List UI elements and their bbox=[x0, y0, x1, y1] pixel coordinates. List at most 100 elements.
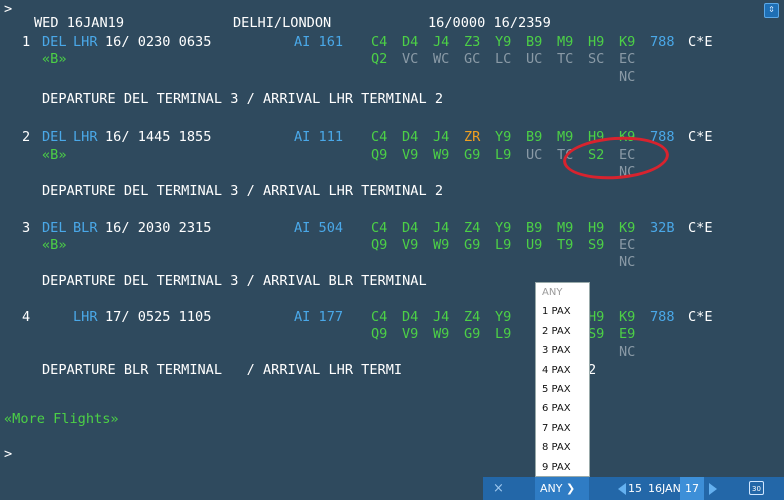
class-C[interactable]: C4 bbox=[371, 308, 387, 326]
header-range: 16/0000 16/2359 bbox=[428, 15, 551, 31]
terminal-info: DEPARTURE DEL TERMINAL 3 / ARRIVAL BLR T… bbox=[42, 273, 427, 289]
class-B[interactable]: B9 bbox=[526, 219, 542, 237]
header-route: DELHI/LONDON bbox=[233, 15, 332, 31]
class-J[interactable]: J4 bbox=[433, 219, 449, 237]
class-L[interactable]: L9 bbox=[495, 325, 511, 343]
origin[interactable]: DEL bbox=[42, 33, 67, 51]
next-date-icon[interactable] bbox=[709, 483, 717, 495]
class-Y[interactable]: Y9 bbox=[495, 33, 511, 51]
next-date[interactable]: 17 bbox=[680, 477, 704, 500]
class-H[interactable]: H9 bbox=[588, 33, 604, 51]
class-L[interactable]: L9 bbox=[495, 236, 511, 254]
flight-code[interactable]: AI 111 bbox=[294, 128, 343, 146]
class-Q[interactable]: Q9 bbox=[371, 325, 387, 343]
equipment: 788 bbox=[650, 309, 675, 325]
class-W[interactable]: W9 bbox=[433, 325, 449, 343]
close-icon[interactable]: × bbox=[493, 477, 504, 500]
class-Z[interactable]: ZR bbox=[464, 128, 480, 146]
pax-dropdown[interactable]: ANY 1 PAX 2 PAX 3 PAX 4 PAX 5 PAX 6 PAX … bbox=[535, 282, 590, 477]
class-M[interactable]: M9 bbox=[557, 219, 573, 237]
class-T[interactable]: T9 bbox=[557, 236, 573, 254]
class-G[interactable]: G9 bbox=[464, 325, 480, 343]
class-M[interactable]: M9 bbox=[557, 128, 573, 146]
class-Z[interactable]: Z4 bbox=[464, 308, 480, 326]
class-M[interactable]: M9 bbox=[557, 33, 573, 51]
class-Y[interactable]: Y9 bbox=[495, 219, 511, 237]
class-Q[interactable]: Q2 bbox=[371, 50, 387, 68]
pax-option[interactable]: 6 PAX bbox=[536, 399, 589, 418]
flight-number: 4 bbox=[22, 309, 31, 325]
date-time: 16/ 0230 0635 bbox=[105, 34, 212, 50]
class-D[interactable]: D4 bbox=[402, 219, 418, 237]
class-N: NC bbox=[619, 69, 636, 85]
class-H[interactable]: H9 bbox=[588, 219, 604, 237]
class-Q[interactable]: Q9 bbox=[371, 236, 387, 254]
class-Z[interactable]: Z4 bbox=[464, 219, 480, 237]
pax-option[interactable]: ANY bbox=[536, 283, 589, 302]
class-C[interactable]: C4 bbox=[371, 219, 387, 237]
flight-code[interactable]: AI 161 bbox=[294, 33, 343, 51]
pax-option[interactable]: 5 PAX bbox=[536, 380, 589, 399]
origin[interactable]: DEL bbox=[42, 128, 67, 146]
class-V[interactable]: V9 bbox=[402, 325, 418, 343]
class-S[interactable]: S9 bbox=[588, 236, 604, 254]
class-J[interactable]: J4 bbox=[433, 33, 449, 51]
destination[interactable]: LHR bbox=[73, 33, 98, 51]
class-K[interactable]: K9 bbox=[619, 308, 635, 326]
date-time: 16/ 2030 2315 bbox=[105, 220, 212, 236]
more-flights-link[interactable]: «More Flights» bbox=[4, 410, 119, 428]
prev-date-icon[interactable] bbox=[618, 483, 626, 495]
date-time: 17/ 0525 1105 bbox=[105, 309, 212, 325]
destination[interactable]: BLR bbox=[73, 219, 98, 237]
class-Z[interactable]: Z3 bbox=[464, 33, 480, 51]
pax-option[interactable]: 8 PAX bbox=[536, 438, 589, 457]
destination[interactable]: LHR bbox=[73, 308, 98, 326]
class-S[interactable]: S9 bbox=[588, 325, 604, 343]
class-E[interactable]: E9 bbox=[619, 325, 635, 343]
class-D[interactable]: D4 bbox=[402, 128, 418, 146]
flight-code[interactable]: AI 177 bbox=[294, 308, 343, 326]
flight-code[interactable]: AI 504 bbox=[294, 219, 343, 237]
class-V[interactable]: V9 bbox=[402, 236, 418, 254]
toggle-panel-icon[interactable]: ⇕ bbox=[764, 3, 779, 18]
class-L[interactable]: L9 bbox=[495, 146, 511, 164]
class-H[interactable]: H9 bbox=[588, 308, 604, 326]
class-C[interactable]: C4 bbox=[371, 33, 387, 51]
class-W[interactable]: W9 bbox=[433, 146, 449, 164]
class-W[interactable]: W9 bbox=[433, 236, 449, 254]
class-J[interactable]: J4 bbox=[433, 308, 449, 326]
pax-option[interactable]: 1 PAX bbox=[536, 302, 589, 321]
class-Q[interactable]: Q9 bbox=[371, 146, 387, 164]
booking-tag[interactable]: «B» bbox=[42, 236, 67, 254]
class-Y[interactable]: Y9 bbox=[495, 308, 511, 326]
pax-option[interactable]: 9 PAX bbox=[536, 458, 589, 477]
class-Y[interactable]: Y9 bbox=[495, 128, 511, 146]
command-prompt[interactable]: > bbox=[4, 0, 12, 18]
current-date[interactable]: 16JAN bbox=[648, 477, 681, 500]
class-K[interactable]: K9 bbox=[619, 33, 635, 51]
booking-tag[interactable]: «B» bbox=[42, 50, 67, 68]
class-G[interactable]: G9 bbox=[464, 146, 480, 164]
pax-option[interactable]: 3 PAX bbox=[536, 341, 589, 360]
booking-tag[interactable]: «B» bbox=[42, 146, 67, 164]
class-D[interactable]: D4 bbox=[402, 308, 418, 326]
command-prompt-bottom[interactable]: > bbox=[4, 445, 12, 463]
prev-date[interactable]: 15 bbox=[628, 477, 642, 500]
class-B[interactable]: B9 bbox=[526, 128, 542, 146]
class-J[interactable]: J4 bbox=[433, 128, 449, 146]
pax-option[interactable]: 7 PAX bbox=[536, 419, 589, 438]
calendar-icon[interactable]: 30 bbox=[749, 481, 764, 495]
pax-option[interactable]: 4 PAX bbox=[536, 361, 589, 380]
pax-select[interactable]: ANY ❯ bbox=[535, 477, 589, 500]
origin[interactable]: DEL bbox=[42, 219, 67, 237]
class-C[interactable]: C4 bbox=[371, 128, 387, 146]
destination[interactable]: LHR bbox=[73, 128, 98, 146]
class-U[interactable]: U9 bbox=[526, 236, 542, 254]
pax-option[interactable]: 2 PAX bbox=[536, 322, 589, 341]
class-T: TC bbox=[557, 51, 574, 67]
class-K[interactable]: K9 bbox=[619, 219, 635, 237]
class-B[interactable]: B9 bbox=[526, 33, 542, 51]
class-G[interactable]: G9 bbox=[464, 236, 480, 254]
class-D[interactable]: D4 bbox=[402, 33, 418, 51]
class-V[interactable]: V9 bbox=[402, 146, 418, 164]
